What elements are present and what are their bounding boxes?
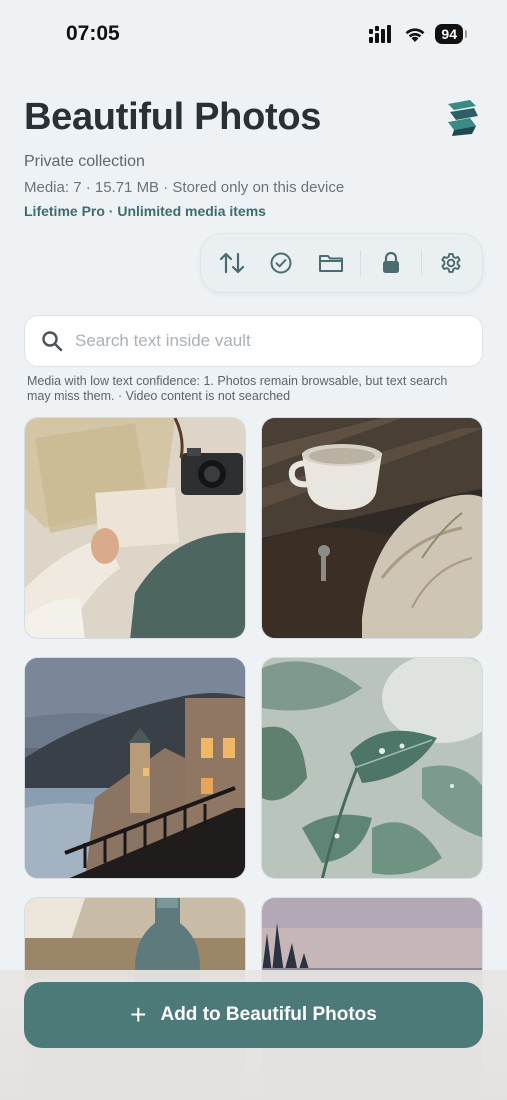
- photo-tile[interactable]: [24, 417, 246, 639]
- app-logo-icon: [448, 100, 478, 136]
- page-title: Beautiful Photos: [24, 96, 322, 138]
- photo-coffee-cup-linen: [262, 418, 482, 638]
- add-button-label: Add to Beautiful Photos: [160, 1004, 377, 1025]
- select-icon: [270, 252, 292, 274]
- settings-icon: [441, 253, 461, 273]
- sort-button[interactable]: [212, 243, 252, 283]
- sort-icon: [219, 252, 244, 274]
- folder-icon: [318, 255, 343, 272]
- photo-tile[interactable]: [24, 657, 246, 879]
- search-bar[interactable]: [24, 315, 483, 367]
- toolbar: [200, 233, 483, 293]
- wifi-icon: [406, 27, 425, 42]
- header: Beautiful Photos Private collection Medi…: [24, 96, 484, 219]
- search-input[interactable]: [75, 331, 455, 351]
- photo-tile[interactable]: [261, 417, 483, 639]
- status-icons: 94: [369, 24, 467, 44]
- photo-tile[interactable]: [261, 657, 483, 879]
- lock-icon: [383, 251, 400, 273]
- add-to-collection-button[interactable]: + Add to Beautiful Photos: [24, 982, 483, 1048]
- toolbar-divider: [420, 250, 422, 276]
- status-time: 07:05: [66, 22, 120, 45]
- settings-button[interactable]: [431, 243, 471, 283]
- photo-travel-flatlay: [25, 418, 245, 638]
- cellular-signal-icon: [369, 25, 392, 43]
- toolbar-divider: [360, 250, 362, 276]
- media-meta: Media: 7 · 15.71 MB · Stored only on thi…: [24, 179, 345, 196]
- plan-badge: Lifetime Pro · Unlimited media items: [24, 203, 266, 219]
- photo-coastal-village: [25, 658, 245, 878]
- status-bar: 07:05 94: [0, 0, 507, 70]
- battery-indicator: 94: [435, 24, 467, 44]
- plus-icon: +: [130, 999, 147, 1030]
- search-notice: Media with low text confidence: 1. Photo…: [27, 374, 448, 403]
- lock-button[interactable]: [371, 243, 411, 283]
- select-button[interactable]: [261, 243, 301, 283]
- collection-subtitle: Private collection: [24, 153, 145, 170]
- search-icon: [42, 331, 63, 352]
- photo-green-leaves: [262, 658, 482, 878]
- folder-button[interactable]: [311, 243, 351, 283]
